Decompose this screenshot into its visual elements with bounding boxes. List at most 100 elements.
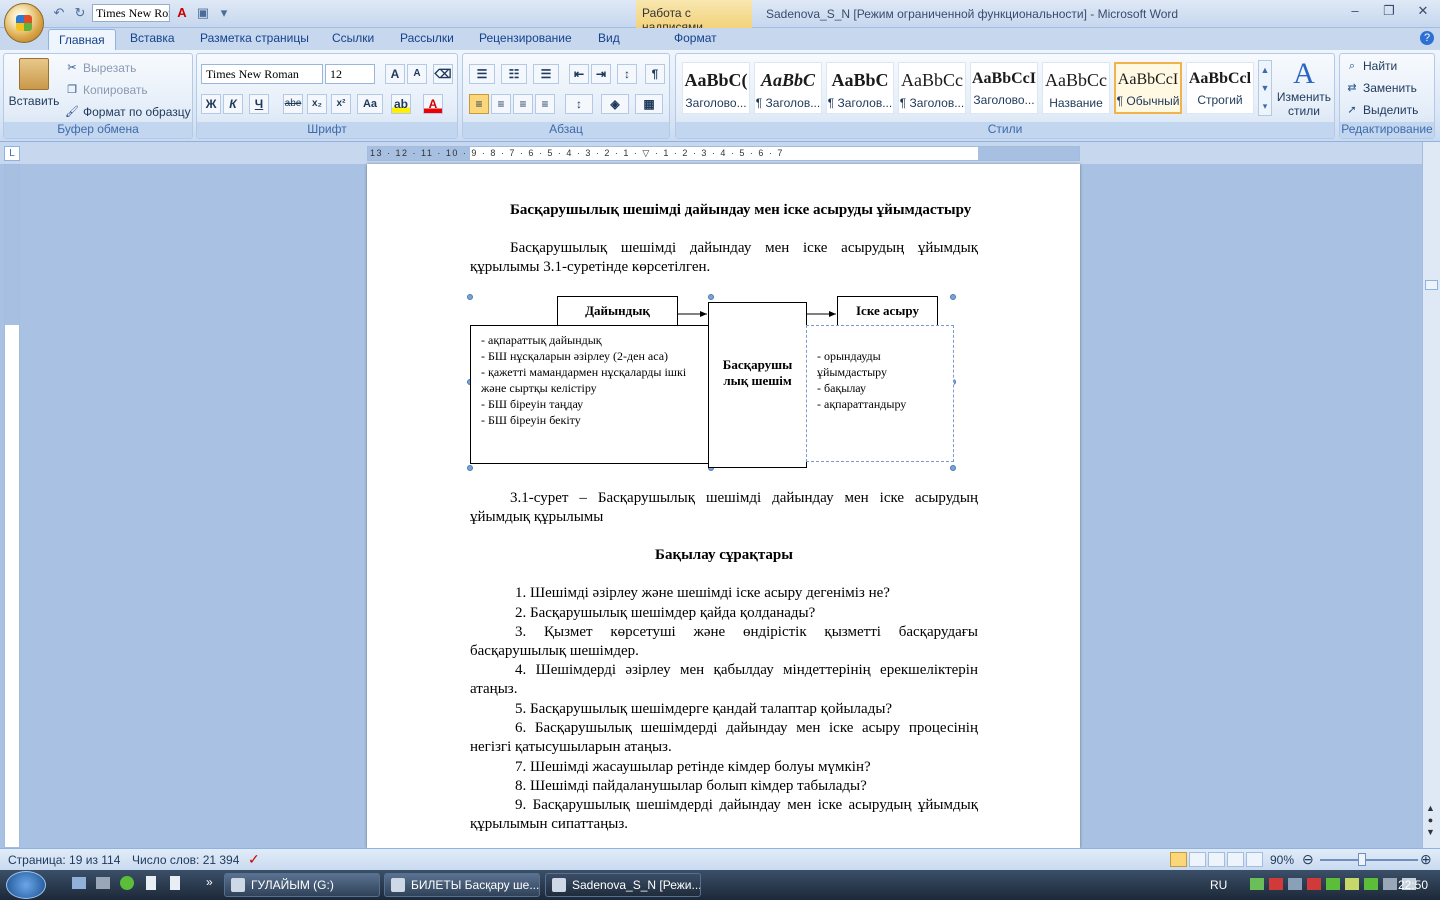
language-indicator[interactable]: RU [1210,878,1227,892]
tray-icon[interactable] [1307,878,1321,890]
horizontal-ruler[interactable]: 13 · 12 · 11 · 10 · 9 · 8 · 7 · 6 · 5 · … [367,146,1080,161]
underline-button[interactable]: Ч [249,94,269,114]
numbering-icon[interactable]: ☷ [501,64,527,84]
tab-review[interactable]: Рецензирование [479,31,572,45]
shading-icon[interactable]: ◈ [601,94,629,114]
tab-insert[interactable]: Вставка [130,31,175,45]
bold-button[interactable]: Ж [201,94,221,114]
taskbar-item[interactable]: ГУЛАЙЫМ (G:) [224,873,380,897]
italic-button[interactable]: К [223,94,243,114]
superscript-button[interactable]: x² [331,94,351,114]
save-icon[interactable]: ▣ [194,4,212,22]
qat-dropdown-icon[interactable]: ▾ [215,4,233,22]
zoom-in-icon[interactable]: ⊕ [1420,851,1432,868]
scroll-thumb[interactable] [1425,280,1438,290]
draft-icon[interactable] [1246,852,1263,867]
print-layout-icon[interactable] [1170,852,1187,867]
font-family-select[interactable]: Times New Roman [201,64,323,84]
zoom-slider[interactable] [1320,859,1418,861]
align-center-icon[interactable]: ≡ [491,94,511,114]
copy-button[interactable]: ❐ Копировать [64,82,148,98]
pilcrow-icon[interactable]: ¶ [645,64,665,84]
tray-icon[interactable] [1326,878,1340,890]
styles-scroll[interactable]: ▲ ▼ ▾ [1258,60,1272,116]
tab-home[interactable]: Главная [48,29,116,50]
style-tile[interactable]: AaBbC(Заголово... [682,62,750,114]
borders-icon[interactable]: ▦ [635,94,663,114]
find-button[interactable]: ⌕ Найти [1344,58,1397,74]
tray-icon[interactable] [1288,878,1302,890]
office-button[interactable] [4,3,44,43]
zoom-out-icon[interactable]: ⊖ [1302,851,1314,868]
increase-indent-icon[interactable]: ⇥ [591,64,611,84]
style-tile[interactable]: AaBbC ¶ Заголов... [826,62,894,114]
close-button[interactable]: ✕ [1406,0,1440,22]
document-page[interactable]: Басқарушылық шешімді дайындау мен іске а… [367,164,1080,848]
multilevel-list-icon[interactable]: ☰ [533,64,559,84]
start-button[interactable] [6,871,46,899]
reading-layout-icon[interactable] [1189,852,1206,867]
tab-references[interactable]: Ссылки [332,31,374,45]
justify-icon[interactable]: ≡ [535,94,555,114]
utorrent-icon[interactable] [120,876,134,890]
minimize-button[interactable]: – [1338,0,1372,22]
outline-icon[interactable] [1227,852,1244,867]
align-left-icon[interactable]: ≡ [469,94,489,114]
subscript-button[interactable]: x₂ [307,94,327,114]
tab-mailings[interactable]: Рассылки [400,31,454,45]
quicklaunch-more-icon[interactable]: » [206,875,213,889]
tray-icon[interactable] [1345,878,1359,890]
vertical-scrollbar[interactable]: ▲ ● ▼ [1422,142,1440,848]
tray-icon[interactable] [1364,878,1378,890]
zoom-thumb[interactable] [1358,853,1366,866]
quicklaunch-icon[interactable] [146,876,156,890]
align-right-icon[interactable]: ≡ [513,94,533,114]
font-color-button[interactable]: A [423,94,443,114]
grow-font-button[interactable]: A [385,64,405,84]
replace-button[interactable]: ⇄ Заменить [1344,80,1417,96]
cut-button[interactable]: ✂ Вырезать [64,60,136,76]
highlight-icon[interactable]: ab [391,94,411,114]
undo-icon[interactable]: ↶ [50,4,68,22]
qat-font-box[interactable]: Times New Roman [92,4,170,22]
style-tile[interactable]: AaBbCcl Строгий [1186,62,1254,114]
bullets-icon[interactable]: ☰ [469,64,495,84]
shrink-font-button[interactable]: A [407,64,427,84]
quicklaunch-icon[interactable] [170,876,180,890]
font-size-select[interactable]: 12 [325,64,375,84]
change-styles-button[interactable]: A Изменить стили [1276,58,1332,119]
select-button[interactable]: ➚ Выделить [1344,102,1418,118]
show-desktop-icon[interactable] [72,877,86,889]
taskbar-item[interactable]: БИЛЕТЫ Басқару ше... [384,873,540,897]
maximize-button[interactable]: ❐ [1372,0,1406,22]
page-counter[interactable]: Страница: 19 из 114 [8,853,120,867]
format-painter-button[interactable]: 🖌 Формат по образцу [64,104,191,120]
paste-button[interactable]: Вставить [8,58,60,108]
taskbar-item-active[interactable]: Sadenova_S_N [Режи... [545,873,701,897]
redo-icon[interactable]: ↻ [71,4,89,22]
style-tile[interactable]: AaBbCc ¶ Заголов... [898,62,966,114]
help-icon[interactable]: ? [1420,31,1434,45]
clear-format-button[interactable]: ⌫ [433,64,453,84]
strikethrough-button[interactable]: abe [283,94,303,114]
word-count[interactable]: Число слов: 21 394 [132,853,239,867]
network-icon[interactable] [1383,878,1397,890]
change-case-button[interactable]: Aa [357,94,383,114]
style-tile[interactable]: AaBbC ¶ Заголов... [754,62,822,114]
tab-page-layout[interactable]: Разметка страницы [200,31,309,45]
switch-windows-icon[interactable] [96,877,110,889]
zoom-level[interactable]: 90% [1270,853,1294,867]
tray-icon[interactable] [1250,878,1264,890]
decrease-indent-icon[interactable]: ⇤ [569,64,589,84]
tray-icon[interactable] [1269,878,1283,890]
sort-icon[interactable]: ↕ [617,64,637,84]
tab-selector-icon[interactable]: L [4,146,20,161]
clock[interactable]: 22:50 [1398,878,1428,892]
tab-format[interactable]: Формат [674,31,717,45]
style-tile[interactable]: AaBbCc Название [1042,62,1110,114]
font-color-icon[interactable]: A [173,4,191,22]
web-layout-icon[interactable] [1208,852,1225,867]
vertical-ruler[interactable] [4,164,20,848]
style-tile-selected[interactable]: AaBbCcI ¶ Обычный [1114,62,1182,114]
line-spacing-icon[interactable]: ↕ [565,94,593,114]
